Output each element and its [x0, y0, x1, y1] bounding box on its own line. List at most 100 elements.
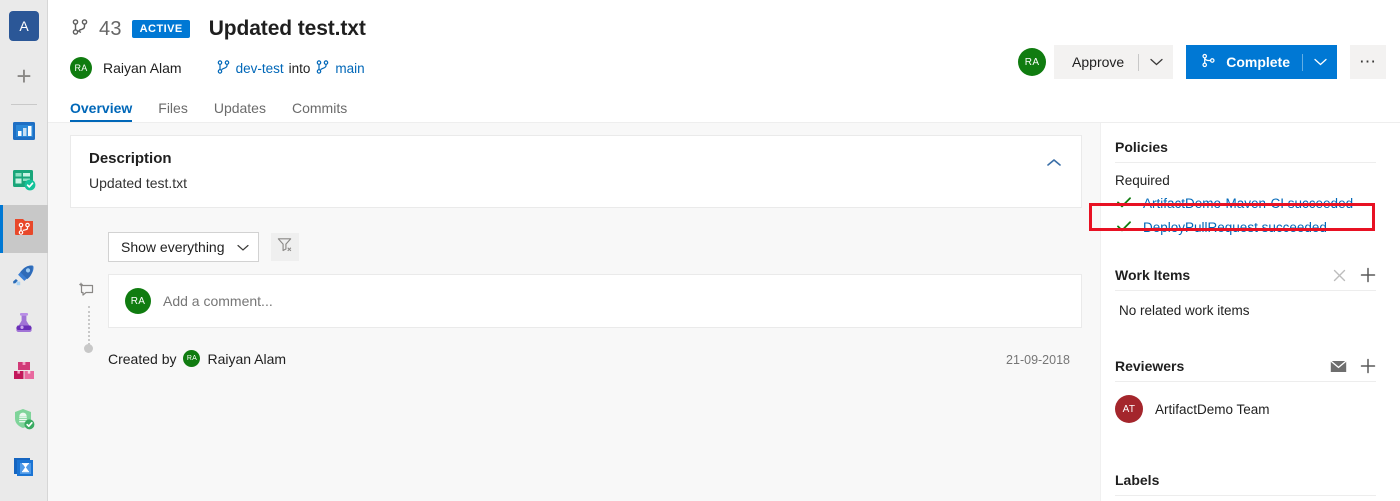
filter-clear-icon	[276, 236, 293, 258]
chevron-down-icon	[236, 239, 249, 255]
pull-request-header: 43 ACTIVE Updated test.txt RA Raiyan Ala…	[48, 0, 1400, 122]
created-by-name: Raiyan Alam	[207, 350, 287, 367]
reviewers-actions	[1330, 358, 1376, 374]
show-everything-dropdown[interactable]: Show everything	[108, 232, 259, 262]
branch-info: dev-test into main	[216, 59, 365, 78]
sidebar-item-overview[interactable]	[0, 109, 48, 157]
reviewer-avatar: AT	[1115, 395, 1143, 423]
show-everything-value: Show everything	[121, 239, 225, 255]
source-branch-icon	[216, 59, 231, 78]
pull-request-id: 43	[99, 17, 122, 40]
reviewer-name: ArtifactDemo Team	[1155, 401, 1270, 417]
complete-button-label: Complete	[1226, 54, 1290, 70]
tab-files[interactable]: Files	[158, 100, 188, 122]
approve-button-label: Approve	[1072, 54, 1125, 70]
reviewers-title: Reviewers	[1115, 358, 1185, 374]
overview-side-column: Policies Required ArtifactDemo-Maven-CI …	[1100, 123, 1400, 501]
main-pane: 43 ACTIVE Updated test.txt RA Raiyan Ala…	[48, 0, 1400, 501]
tab-commits[interactable]: Commits	[292, 100, 347, 122]
reviewers-section-header: Reviewers	[1115, 358, 1376, 382]
complete-dropdown-chevron-down-icon[interactable]	[1303, 58, 1337, 66]
policies-section-header: Policies	[1115, 139, 1376, 163]
policies-required-label: Required	[1115, 173, 1170, 188]
pull-request-tabs: Overview Files Updates Commits	[48, 91, 1400, 122]
policy-name[interactable]: DeployPullRequest succeeded	[1143, 220, 1327, 235]
created-date: 21-09-2018	[1006, 353, 1070, 367]
header-action-buttons: RA Approve Complete ⋯	[1018, 45, 1386, 79]
work-items-actions	[1332, 267, 1376, 283]
labels-title: Labels	[1115, 472, 1160, 488]
organization-logo[interactable]: A	[0, 0, 48, 52]
add-reviewer-button[interactable]	[1360, 358, 1376, 374]
work-items-title: Work Items	[1115, 267, 1191, 283]
pull-request-title-row: 43 ACTIVE Updated test.txt	[48, 14, 1400, 44]
source-branch-link[interactable]: dev-test	[236, 61, 284, 76]
created-by-row: Created by RA Raiyan Alam 21-09-2018	[108, 350, 1082, 367]
organization-initial: A	[9, 11, 39, 41]
description-title: Description	[89, 150, 172, 167]
notify-reviewers-mail-icon[interactable]	[1330, 360, 1347, 373]
sidebar-item-artifacts[interactable]	[0, 349, 48, 397]
tab-overview[interactable]: Overview	[70, 100, 133, 122]
shield-icon	[11, 406, 37, 437]
add-label-button[interactable]: Add label	[1115, 496, 1376, 501]
policy-row[interactable]: ArtifactDemo-Maven-CI succeeded	[1115, 191, 1376, 215]
reports-icon	[11, 454, 37, 485]
boards-icon	[11, 166, 37, 197]
complete-merge-icon	[1200, 52, 1217, 72]
into-label: into	[288, 60, 311, 76]
sidebar-item-pipelines[interactable]	[0, 253, 48, 301]
labels-section-header: Labels	[1115, 472, 1376, 496]
work-items-empty-text: No related work items	[1119, 303, 1250, 318]
sidebar-item-repos[interactable]	[0, 205, 48, 253]
description-collapse-button[interactable]	[1041, 152, 1067, 174]
artifacts-icon	[11, 358, 37, 389]
left-navigation-rail: A +	[0, 0, 48, 501]
create-new-button[interactable]: +	[0, 52, 48, 100]
reviewer-row[interactable]: AT ArtifactDemo Team	[1115, 382, 1376, 423]
thread-timeline	[78, 278, 100, 367]
plus-icon: +	[16, 61, 32, 91]
comment-avatar: RA	[125, 288, 151, 314]
clear-filter-button[interactable]	[270, 233, 299, 261]
discussion-thread: RA Add a comment... Created by RA Raiyan…	[70, 274, 1082, 367]
check-icon	[1117, 195, 1131, 211]
policy-name[interactable]: ArtifactDemo-Maven-CI succeeded	[1143, 196, 1353, 211]
content-area: Description Updated test.txt Show everyt…	[48, 122, 1400, 501]
description-card: Description Updated test.txt	[70, 135, 1082, 208]
complete-button[interactable]: Complete	[1186, 45, 1337, 79]
sidebar-item-security[interactable]	[0, 397, 48, 445]
author-name: Raiyan Alam	[103, 60, 182, 76]
current-user-avatar[interactable]: RA	[1018, 48, 1047, 76]
page-title: Updated test.txt	[208, 17, 366, 40]
add-comment-box[interactable]: RA Add a comment...	[108, 274, 1082, 328]
add-comment-icon	[78, 280, 98, 305]
discussion-filter-row: Show everything	[70, 232, 1082, 262]
check-icon	[1117, 219, 1131, 235]
overview-icon	[11, 118, 37, 149]
sidebar-item-test-plans[interactable]	[0, 301, 48, 349]
created-by-label: Created by	[108, 350, 177, 367]
policies-title: Policies	[1115, 139, 1168, 155]
sidebar-item-reports[interactable]	[0, 445, 48, 493]
target-branch-icon	[315, 59, 330, 78]
policy-row[interactable]: DeployPullRequest succeeded	[1115, 215, 1376, 239]
approve-dropdown-chevron-down-icon[interactable]	[1139, 58, 1173, 66]
status-badge: ACTIVE	[131, 19, 190, 39]
more-actions-button[interactable]: ⋯	[1350, 45, 1386, 79]
approve-button[interactable]: Approve	[1054, 45, 1174, 79]
repos-icon	[11, 214, 37, 245]
target-branch-link[interactable]: main	[335, 61, 364, 76]
tab-updates[interactable]: Updates	[214, 100, 266, 122]
timeline-dot	[84, 344, 93, 353]
remove-work-item-button[interactable]	[1332, 268, 1347, 283]
add-work-item-button[interactable]	[1360, 267, 1376, 283]
author-avatar[interactable]: RA	[70, 57, 92, 79]
work-items-section-header: Work Items	[1115, 267, 1376, 291]
created-by-avatar[interactable]: RA	[183, 350, 201, 367]
pipelines-icon	[11, 262, 37, 293]
azure-devops-pull-request-page: A + 43 ACTIVE Updated test.txt RA Raiyan…	[0, 0, 1400, 501]
sidebar-item-boards[interactable]	[0, 157, 48, 205]
pull-request-icon	[70, 17, 90, 42]
rail-divider	[10, 104, 37, 105]
